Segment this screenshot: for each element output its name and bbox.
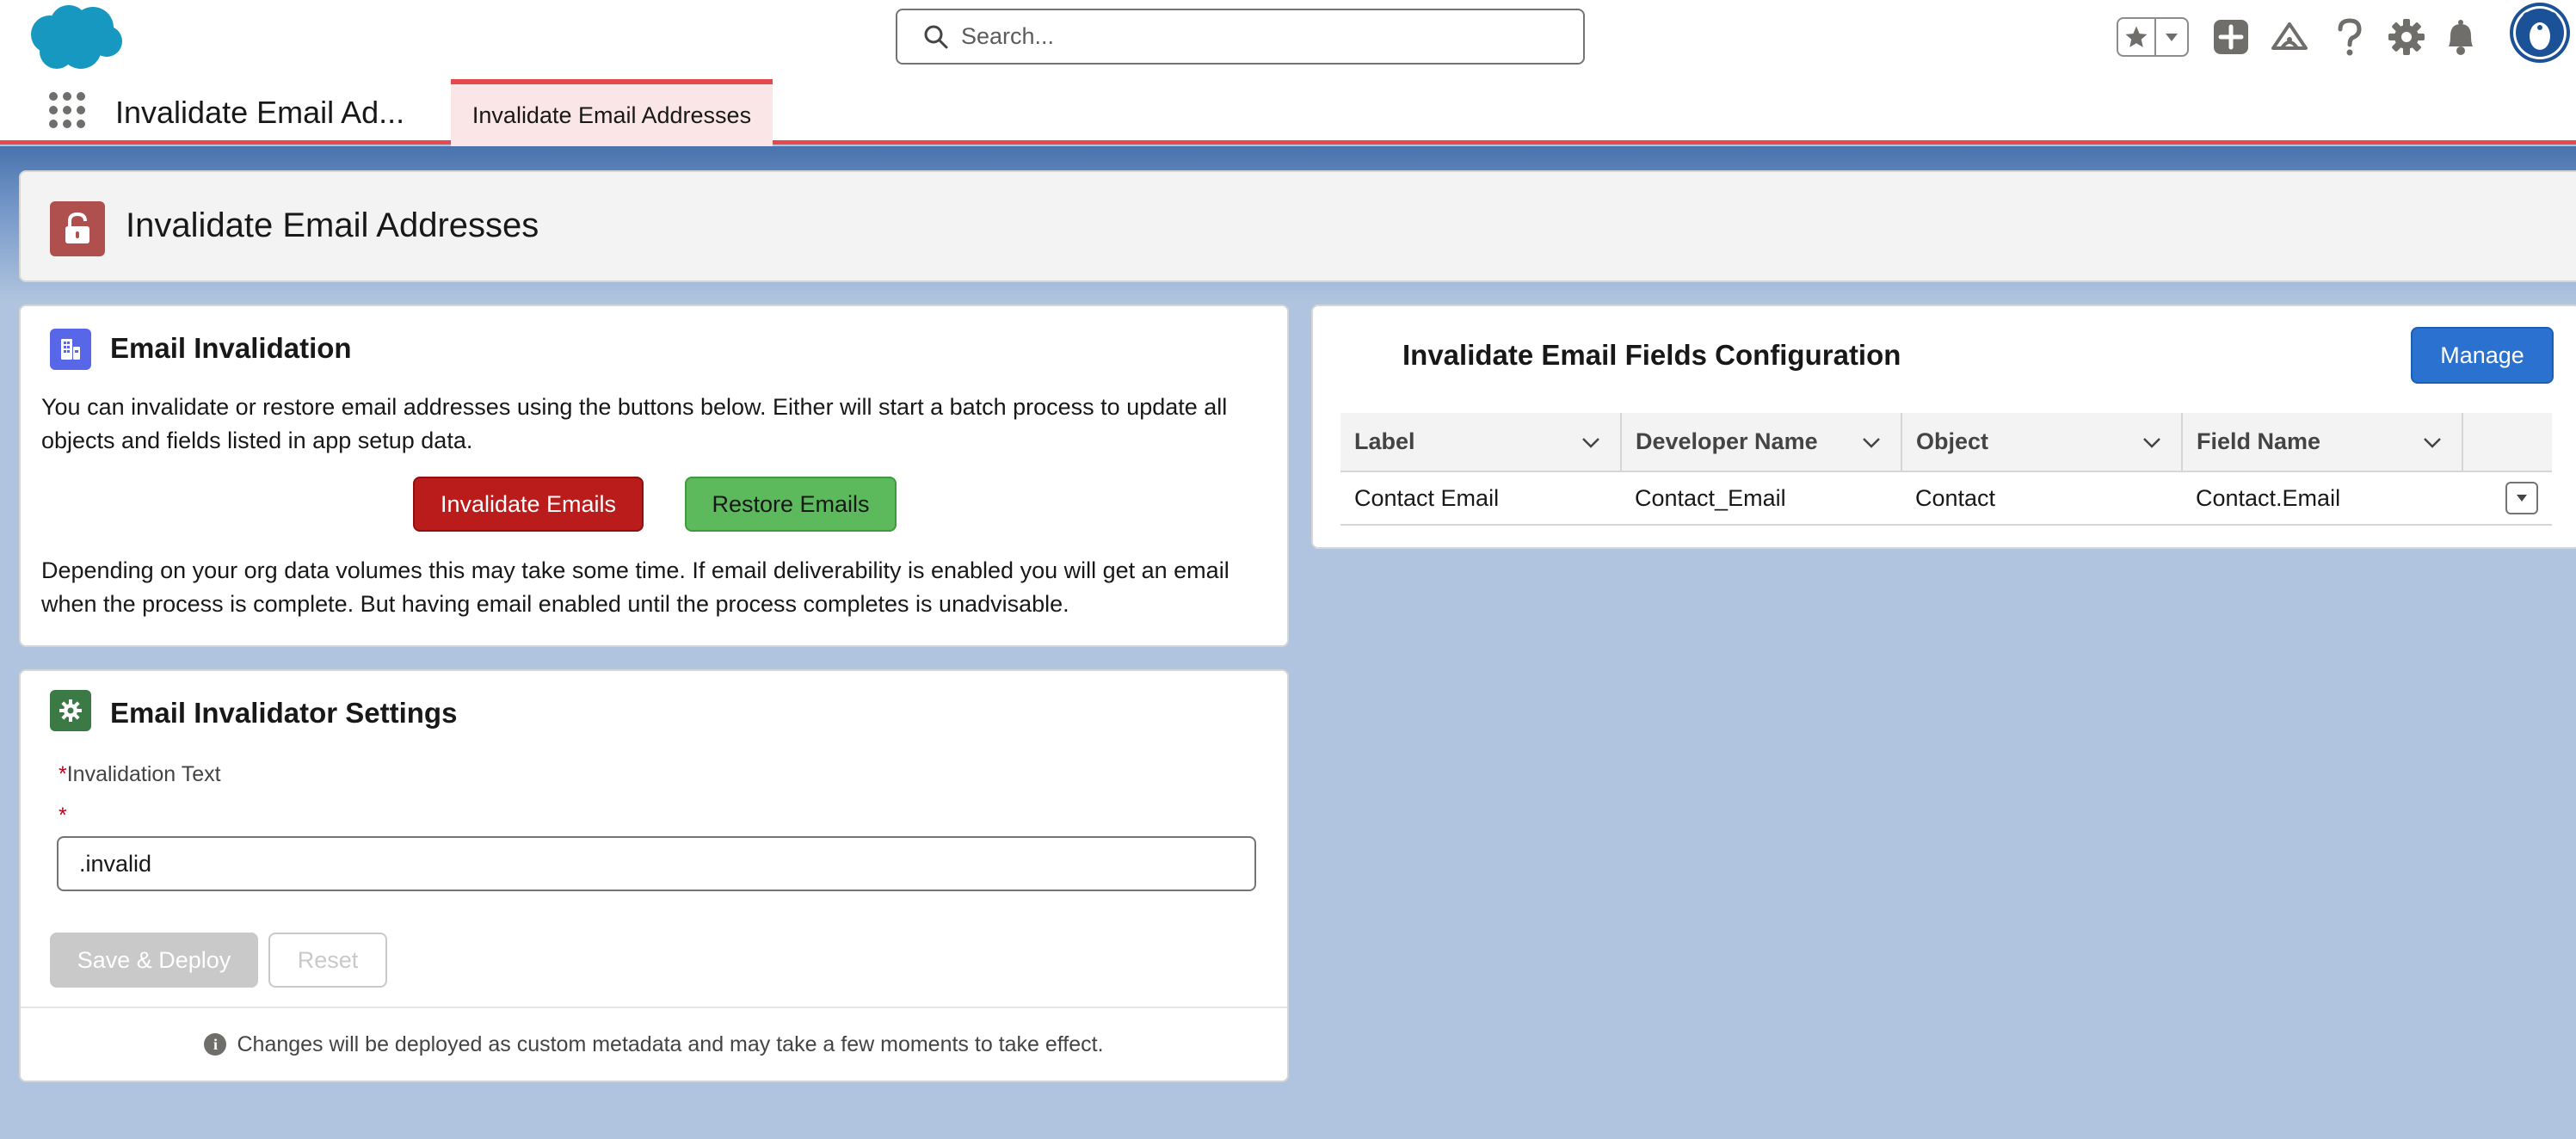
required-indicator: *: [59, 762, 67, 786]
favorites-star-icon[interactable]: [2118, 19, 2156, 55]
invalidation-text-label-text: Invalidation Text: [66, 762, 221, 786]
trailhead-icon[interactable]: [2270, 17, 2309, 61]
row-actions-dropdown[interactable]: [2505, 482, 2538, 514]
column-header-object[interactable]: Object: [1901, 413, 2183, 472]
app-name: Invalidate Email Ad...: [115, 95, 405, 130]
cell-developer-name: Contact_Email: [1621, 471, 1901, 526]
reset-button[interactable]: Reset: [268, 933, 387, 988]
email-invalidation-title: Email Invalidation: [110, 332, 352, 364]
restore-emails-button[interactable]: Restore Emails: [685, 477, 897, 532]
chevron-down-icon[interactable]: [2142, 432, 2162, 453]
invalidate-emails-button[interactable]: Invalidate Emails: [413, 477, 644, 532]
settings-footer-text: Changes will be deployed as custom metad…: [237, 1031, 1104, 1056]
chevron-down-icon[interactable]: [1861, 432, 1882, 453]
settings-title: Email Invalidator Settings: [110, 697, 458, 729]
column-header-actions: [2462, 413, 2552, 472]
tab-invalidate-email-addresses[interactable]: Invalidate Email Addresses: [451, 79, 773, 146]
settings-gear-icon: [50, 690, 91, 731]
fields-configuration-title: Invalidate Email Fields Configuration: [1402, 339, 1901, 371]
favorites-group: [2117, 17, 2189, 57]
invalidation-text-field[interactable]: [57, 836, 1256, 891]
column-header-text: Developer Name: [1636, 428, 1818, 454]
save-deploy-button[interactable]: Save & Deploy: [50, 933, 258, 988]
global-actions-add-icon[interactable]: [2213, 19, 2249, 59]
favorites-dropdown-icon[interactable]: [2156, 19, 2187, 55]
manage-button[interactable]: Manage: [2411, 327, 2554, 384]
email-invalidation-card: Email Invalidation You can invalidate or…: [19, 305, 1289, 647]
page-title: Invalidate Email Addresses: [126, 206, 539, 244]
invalidation-text-label: *Invalidation Text: [59, 762, 221, 787]
table-row: Contact Email Contact_Email Contact Cont…: [1340, 471, 2552, 526]
info-icon: i: [204, 1033, 227, 1056]
email-invalidation-description: You can invalidate or restore email addr…: [41, 394, 1228, 453]
app-launcher-icon[interactable]: [46, 89, 88, 131]
user-avatar[interactable]: [2509, 2, 2571, 68]
fields-configuration-table: Label Developer Name Object Field Name C…: [1340, 413, 2552, 526]
help-icon[interactable]: [2333, 17, 2366, 61]
email-invalidator-settings-card: Email Invalidator Settings *Invalidation…: [19, 669, 1289, 1082]
fields-configuration-card: Invalidate Email Fields Configuration Ma…: [1311, 305, 2576, 549]
cell-object: Contact: [1901, 471, 2182, 526]
chevron-down-icon[interactable]: [1581, 432, 1601, 453]
page-header: Invalidate Email Addresses: [19, 170, 2576, 282]
lock-icon: [50, 201, 105, 256]
chevron-down-icon[interactable]: [2422, 432, 2443, 453]
salesforce-cloud-logo[interactable]: [24, 0, 126, 74]
global-search[interactable]: [896, 9, 1585, 65]
cell-row-actions: [2462, 471, 2552, 526]
search-icon: [924, 25, 948, 48]
column-header-label[interactable]: Label: [1340, 413, 1622, 472]
email-invalidation-note: Depending on your org data volumes this …: [41, 557, 1229, 617]
global-header: [0, 0, 2576, 76]
column-header-field-name[interactable]: Field Name: [2182, 413, 2463, 472]
chevron-down-icon: [2517, 495, 2527, 502]
table-header-row: Label Developer Name Object Field Name: [1340, 413, 2552, 472]
column-header-developer-name[interactable]: Developer Name: [1621, 413, 1902, 472]
column-header-text: Object: [1916, 428, 1989, 454]
email-invalidation-icon: [50, 329, 91, 370]
column-header-text: Label: [1354, 428, 1415, 454]
required-indicator-secondary: *: [59, 803, 67, 828]
settings-footer: i Changes will be deployed as custom met…: [21, 1007, 1287, 1081]
cell-label: Contact Email: [1340, 471, 1621, 526]
notifications-bell-icon[interactable]: [2442, 17, 2480, 61]
cell-field-name: Contact.Email: [2182, 471, 2462, 526]
search-input[interactable]: [961, 23, 1563, 50]
setup-gear-icon[interactable]: [2387, 17, 2426, 61]
column-header-text: Field Name: [2197, 428, 2321, 454]
app-navigation-bar: Invalidate Email Ad... Invalidate Email …: [0, 76, 2576, 146]
